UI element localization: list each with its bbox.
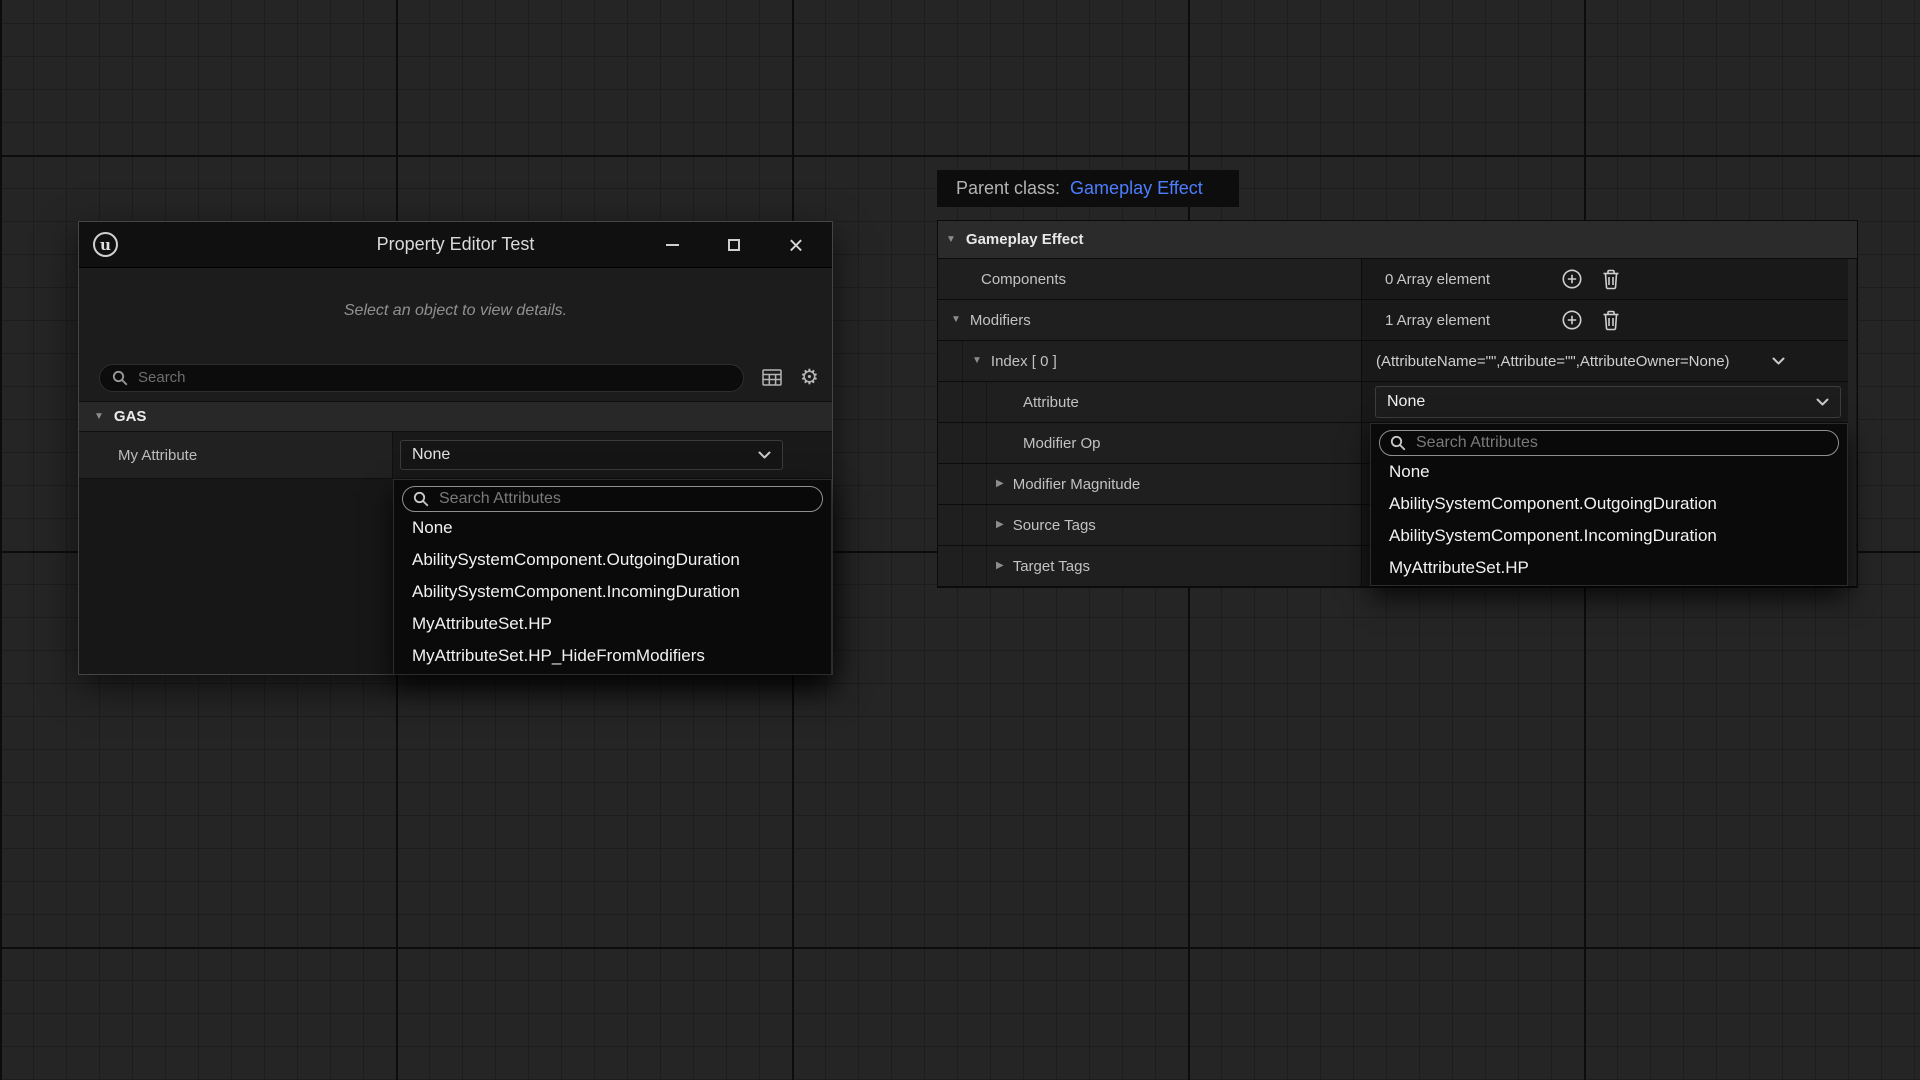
expand-arrow-icon[interactable]: ▶ [996,561,1004,571]
row-label-cell: Attribute [938,382,1361,422]
settings-gear-icon[interactable]: ⚙ [800,367,819,388]
search-icon [1390,435,1406,451]
row-label-cell: ▶ Source Tags [938,505,1361,545]
dropdown-item[interactable]: AbilitySystemComponent.IncomingDuration [402,576,823,608]
row-index-0: ▼ Index [ 0 ] (AttributeName="",Attribut… [938,341,1857,382]
close-button[interactable]: × [786,233,806,257]
search-icon [413,491,429,507]
attribute-picker-dropdown: None AbilitySystemComponent.OutgoingDura… [1370,423,1848,586]
search-icon [112,370,128,386]
collapse-arrow-icon[interactable]: ▼ [951,315,961,325]
expand-arrow-icon[interactable]: ▶ [996,520,1004,530]
dropdown-item[interactable]: None [1379,456,1839,488]
collapse-arrow-icon: ▼ [94,412,104,422]
dropdown-item[interactable]: AbilitySystemComponent.OutgoingDuration [1379,488,1839,520]
array-count: 0 Array element [1385,271,1561,288]
add-element-button[interactable] [1561,268,1583,290]
delete-elements-button[interactable] [1601,268,1621,290]
row-my-attribute: My Attribute None [79,432,832,479]
chevron-down-icon [1772,341,1785,381]
category-label: GAS [114,408,147,425]
collapse-arrow-icon: ▼ [946,235,956,245]
close-icon: × [788,232,803,258]
row-value-cell: 0 Array element [1361,259,1857,299]
my-attribute-combobox[interactable]: None [400,440,783,470]
view-options-icon[interactable] [762,369,782,386]
property-label: My Attribute [79,432,393,478]
dropdown-search-box [1379,430,1839,456]
attribute-picker-dropdown: None AbilitySystemComponent.OutgoingDura… [393,479,832,675]
blueprint-graph-canvas[interactable]: { "colors": { "link_blue": "#4c7eff", "d… [0,0,1920,1080]
property-editor-window: u Property Editor Test × Select an objec… [78,221,833,675]
expand-arrow-icon[interactable]: ▶ [996,479,1004,489]
dropdown-item[interactable]: AbilitySystemComponent.OutgoingDuration [402,544,823,576]
collapse-arrow-icon[interactable]: ▼ [972,356,982,366]
dropdown-search-input[interactable] [1414,433,1828,453]
dropdown-search-box [402,486,823,512]
row-label: Components [981,271,1066,288]
property-value-cell: None [393,432,832,478]
parent-class-bar: Parent class: Gameplay Effect [937,170,1239,207]
search-input[interactable] [136,368,731,387]
row-label: Source Tags [1013,517,1096,534]
details-scrollbar[interactable] [1848,259,1856,586]
window-controls: × [662,233,818,257]
row-attribute: Attribute None [938,382,1857,423]
row-label: Modifier Op [1023,435,1101,452]
parent-class-link[interactable]: Gameplay Effect [1070,178,1203,199]
row-label-cell: ▼ Modifiers [938,300,1361,340]
combobox-value: None [1387,393,1425,411]
row-value-cell: 1 Array element [1361,300,1857,340]
parent-class-label: Parent class: [956,178,1060,199]
window-titlebar[interactable]: u Property Editor Test × [79,222,832,268]
row-label-cell: Components [938,259,1361,299]
dropdown-item[interactable]: MyAttributeSet.HP_HideFromModifiers [402,640,823,672]
row-label-cell: ▶ Target Tags [938,546,1361,586]
array-count: 1 Array element [1385,312,1561,329]
details-panel: ▼ Gameplay Effect Components 0 Array ele… [937,220,1858,588]
dropdown-item[interactable]: MyAttributeSet.HP [402,608,823,640]
search-toolbar: ⚙ [79,354,832,401]
search-box [99,364,744,392]
dropdown-item[interactable]: None [402,512,823,544]
maximize-icon [728,239,740,251]
chevron-down-icon [758,451,771,459]
attribute-combobox[interactable]: None [1375,386,1841,418]
row-modifiers: ▼ Modifiers 1 Array element [938,300,1857,341]
unreal-logo-icon: u [93,232,118,257]
category-label: Gameplay Effect [966,231,1084,248]
row-label-cell: ▶ Modifier Magnitude [938,464,1361,504]
row-label: Modifier Magnitude [1013,476,1141,493]
minimize-icon [666,244,679,246]
chevron-down-icon [1816,398,1829,406]
row-components: Components 0 Array element [938,259,1857,300]
row-label-cell: Modifier Op [938,423,1361,463]
dropdown-search-input[interactable] [437,489,812,509]
empty-selection-hint: Select an object to view details. [79,268,832,354]
row-value-cell: None [1361,382,1857,422]
dropdown-item[interactable]: MyAttributeSet.HP [1379,552,1839,584]
row-label: Attribute [1023,394,1079,411]
minimize-button[interactable] [662,233,682,257]
row-label: Target Tags [1013,558,1090,575]
delete-elements-button[interactable] [1601,309,1621,331]
row-label: Modifiers [970,312,1031,329]
maximize-button[interactable] [724,233,744,257]
struct-preview: (AttributeName="",Attribute="",Attribute… [1376,353,1730,370]
row-label: Index [ 0 ] [991,353,1057,370]
category-header-gas[interactable]: ▼ GAS [79,401,832,432]
row-label-cell: ▼ Index [ 0 ] [938,341,1361,381]
dropdown-item[interactable]: AbilitySystemComponent.IncomingDuration [1379,520,1839,552]
combobox-value: None [412,446,450,464]
struct-header-combobox[interactable]: (AttributeName="",Attribute="",Attribute… [1361,341,1857,381]
add-element-button[interactable] [1561,309,1583,331]
category-header-gameplay-effect[interactable]: ▼ Gameplay Effect [938,221,1857,259]
